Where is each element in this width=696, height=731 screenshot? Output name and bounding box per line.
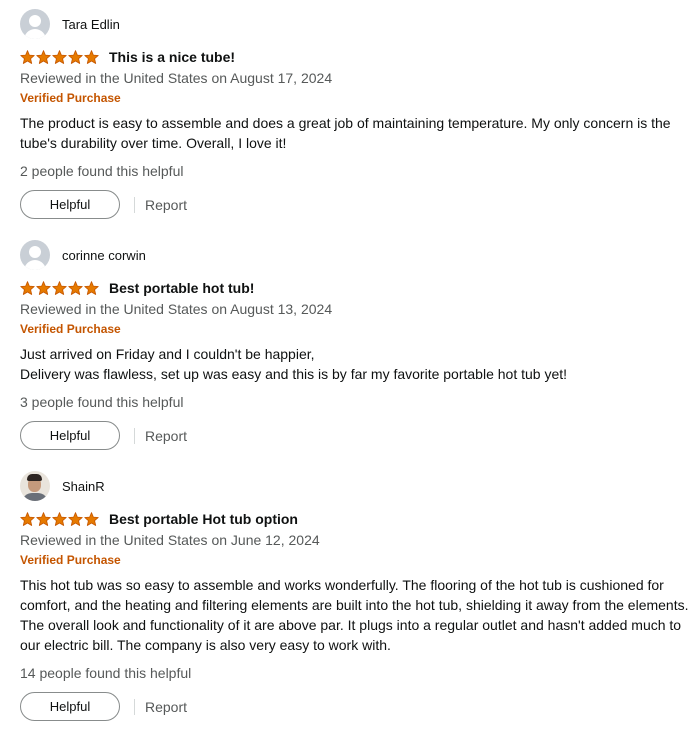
star-icon — [20, 280, 35, 295]
reviewer-profile[interactable]: corinne corwin — [20, 240, 690, 270]
star-icon — [52, 511, 67, 526]
star-rating[interactable] — [20, 280, 99, 296]
avatar — [20, 471, 50, 501]
review-card: ShainR Best portable Hot tub option Revi… — [20, 471, 690, 721]
star-icon — [52, 280, 67, 295]
helpful-count: 3 people found this helpful — [20, 394, 184, 410]
divider — [134, 427, 135, 444]
star-icon — [36, 49, 51, 64]
reviewer-name: Tara Edlin — [62, 16, 120, 32]
star-icon — [36, 511, 51, 526]
review-title[interactable]: Best portable hot tub! — [109, 280, 254, 296]
star-icon — [84, 280, 99, 295]
reviewer-profile[interactable]: ShainR — [20, 471, 690, 501]
star-rating[interactable] — [20, 49, 99, 65]
review-date: Reviewed in the United States on August … — [20, 301, 333, 317]
review-body-line: This hot tub was so easy to assemble and… — [20, 577, 689, 653]
reviewer-profile[interactable]: Tara Edlin — [20, 9, 690, 39]
review-title[interactable]: Best portable Hot tub option — [109, 511, 298, 527]
reviewer-name: corinne corwin — [62, 247, 146, 263]
review-card: corinne corwin Best portable hot tub! Re… — [20, 240, 690, 450]
star-icon — [68, 511, 83, 526]
report-link[interactable]: Report — [145, 428, 187, 444]
review-body-line: The product is easy to assemble and does… — [20, 115, 671, 151]
helpful-count: 2 people found this helpful — [20, 163, 184, 179]
avatar — [20, 240, 50, 270]
review-body-line: Just arrived on Friday and I couldn't be… — [20, 346, 315, 362]
review-body-line: Delivery was flawless, set up was easy a… — [20, 366, 568, 382]
star-icon — [68, 280, 83, 295]
star-icon — [20, 49, 35, 64]
helpful-count: 14 people found this helpful — [20, 665, 192, 681]
review-body: The product is easy to assemble and does… — [20, 113, 690, 153]
star-icon — [68, 49, 83, 64]
verified-purchase-badge: Verified Purchase — [20, 322, 121, 336]
star-icon — [52, 49, 67, 64]
star-icon — [20, 511, 35, 526]
helpful-button[interactable]: Helpful — [20, 421, 120, 450]
divider — [134, 196, 135, 213]
star-icon — [84, 49, 99, 64]
review-card: Tara Edlin This is a nice tube! Reviewed… — [20, 9, 690, 219]
avatar — [20, 9, 50, 39]
star-icon — [84, 511, 99, 526]
verified-purchase-badge: Verified Purchase — [20, 91, 121, 105]
star-rating[interactable] — [20, 511, 99, 527]
review-body: This hot tub was so easy to assemble and… — [20, 575, 690, 655]
divider — [134, 698, 135, 715]
reviewer-name: ShainR — [62, 478, 105, 494]
helpful-button[interactable]: Helpful — [20, 692, 120, 721]
review-body: Just arrived on Friday and I couldn't be… — [20, 344, 690, 384]
review-date: Reviewed in the United States on June 12… — [20, 532, 320, 548]
star-icon — [36, 280, 51, 295]
report-link[interactable]: Report — [145, 699, 187, 715]
verified-purchase-badge: Verified Purchase — [20, 553, 121, 567]
review-date: Reviewed in the United States on August … — [20, 70, 333, 86]
report-link[interactable]: Report — [145, 197, 187, 213]
helpful-button[interactable]: Helpful — [20, 190, 120, 219]
review-title[interactable]: This is a nice tube! — [109, 49, 235, 65]
